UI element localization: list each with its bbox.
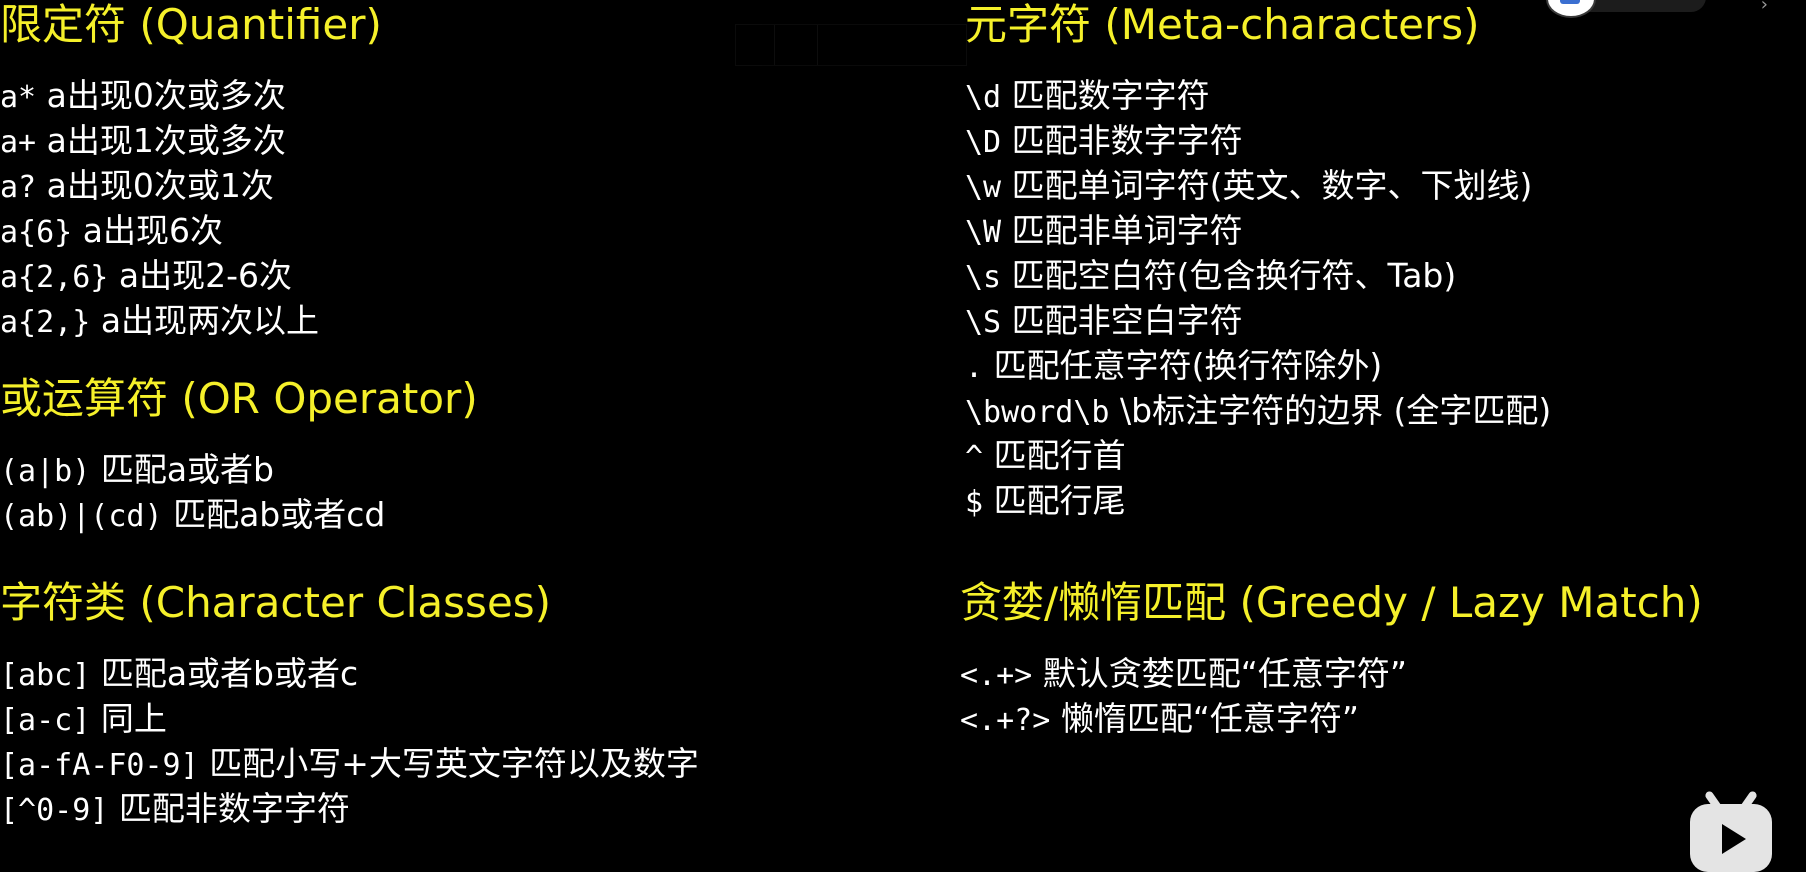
greedy-item-desc: 懒惰匹配“任意字符” [1060,699,1360,739]
greedy-item-code: <.+> [960,658,1033,694]
meta-item-desc: 匹配非单词字符 [1011,211,1243,251]
or-item-desc: 匹配ab或者cd [173,495,386,535]
meta-item-code: \S [965,305,1002,341]
meta-item-code: \w [965,170,1002,206]
quantifier-item-code: a{6} [0,215,73,251]
quantifier-item-desc: a出现2-6次 [118,256,292,296]
quantifier-item: a* a出现0次或多次 [0,74,382,119]
meta-item-code: \W [965,215,1002,251]
greedy-heading: 贪婪/懒惰匹配 (Greedy / Lazy Match) [960,578,1703,627]
meta-item-desc: 匹配任意字符(换行符除外) [993,346,1383,386]
classes-item: [abc] 匹配a或者b或者c [0,652,699,697]
meta-item-code: \s [965,260,1002,296]
quantifier-item: a? a出现0次或1次 [0,164,382,209]
faint-overlay-box-inner [774,25,818,65]
quantifier-item-desc: a出现1次或多次 [46,121,286,161]
cutoff-subtitle [560,852,1240,868]
classes-item-desc: 同上 [100,699,167,739]
meta-item-code: ^ [965,440,984,476]
classes-item-code: [abc] [0,658,91,694]
or-section: 或运算符 (OR Operator) (a|b) 匹配a或者b (ab)|(cd… [0,374,478,538]
meta-item: \S 匹配非空白字符 [965,299,1551,344]
quantifier-section: 限定符 (Quantifier) a* a出现0次或多次 a+ a出现1次或多次… [0,0,382,344]
avatar-icon-mark [1560,0,1580,4]
quantifier-item: a{6} a出现6次 [0,209,382,254]
classes-item-code: [^0-9] [0,793,109,829]
quantifier-item-desc: a出现0次或多次 [46,76,286,116]
or-item: (ab)|(cd) 匹配ab或者cd [0,493,478,538]
quantifier-list: a* a出现0次或多次 a+ a出现1次或多次 a? a出现0次或1次 a{6}… [0,74,382,344]
or-item: (a|b) 匹配a或者b [0,448,478,493]
meta-item-code: \D [965,125,1002,161]
or-item-code: (a|b) [0,454,91,490]
meta-item-code: \d [965,80,1002,116]
quantifier-heading: 限定符 (Quantifier) [0,0,382,49]
meta-item: \w 匹配单词字符(英文、数字、下划线) [965,164,1551,209]
quantifier-item-desc: a出现两次以上 [100,301,320,341]
meta-section: 元字符 (Meta-characters) \d 匹配数字字符 \D 匹配非数字… [965,0,1551,524]
meta-item: $ 匹配行尾 [965,479,1551,524]
quantifier-item: a+ a出现1次或多次 [0,119,382,164]
meta-item-desc: 匹配单词字符(英文、数字、下划线) [1011,166,1533,206]
meta-item: \d 匹配数字字符 [965,74,1551,119]
meta-heading: 元字符 (Meta-characters) [965,0,1480,49]
meta-item: \D 匹配非数字字符 [965,119,1551,164]
meta-item: \W 匹配非单词字符 [965,209,1551,254]
classes-heading: 字符类 (Character Classes) [0,578,552,627]
faint-overlay-box [735,24,967,66]
classes-list: [abc] 匹配a或者b或者c [a-c] 同上 [a-fA-F0-9] 匹配小… [0,652,699,832]
meta-item-desc: 匹配非空白字符 [1011,301,1243,341]
bilibili-play-icon[interactable] [1690,789,1772,872]
or-item-code: (ab)|(cd) [0,499,163,535]
meta-item: . 匹配任意字符(换行符除外) [965,344,1551,389]
meta-item-code: $ [965,485,984,521]
greedy-section: 贪婪/懒惰匹配 (Greedy / Lazy Match) <.+> 默认贪婪匹… [960,578,1703,742]
classes-item: [^0-9] 匹配非数字字符 [0,787,699,832]
classes-item-desc: 匹配a或者b或者c [100,654,359,694]
meta-item-desc: 匹配非数字字符 [1011,121,1243,161]
meta-item-desc: 匹配空白符(包含换行符、Tab) [1011,256,1457,296]
classes-item-desc: 匹配非数字字符 [118,789,350,829]
greedy-item: <.+?> 懒惰匹配“任意字符” [960,697,1703,742]
or-list: (a|b) 匹配a或者b (ab)|(cd) 匹配ab或者cd [0,448,478,538]
quantifier-item-code: a* [0,80,37,116]
greedy-list: <.+> 默认贪婪匹配“任意字符” <.+?> 懒惰匹配“任意字符” [960,652,1703,742]
greedy-item: <.+> 默认贪婪匹配“任意字符” [960,652,1703,697]
meta-item-desc: 匹配数字字符 [1011,76,1210,116]
quantifier-item-code: a{2,6} [0,260,109,296]
greedy-item-code: <.+?> [960,703,1051,739]
quantifier-item-desc: a出现0次或1次 [46,166,274,206]
meta-item: \bword\b \b标注字符的边界 (全字匹配) [965,389,1551,434]
greedy-item-desc: 默认贪婪匹配“任意字符” [1042,654,1407,694]
or-heading: 或运算符 (OR Operator) [0,374,478,423]
or-item-desc: 匹配a或者b [100,450,274,490]
meta-item-desc: \b标注字符的边界 (全字匹配) [1120,391,1552,431]
meta-item-code: . [965,350,984,386]
quantifier-item-code: a? [0,170,37,206]
quantifier-item: a{2,6} a出现2-6次 [0,254,382,299]
classes-item-code: [a-fA-F0-9] [0,748,199,784]
play-icon-triangle [1722,824,1746,854]
classes-section: 字符类 (Character Classes) [abc] 匹配a或者b或者c … [0,578,699,832]
quantifier-item-code: a{2,} [0,305,91,341]
meta-item: \s 匹配空白符(包含换行符、Tab) [965,254,1551,299]
quantifier-item-desc: a出现6次 [82,211,223,251]
top-right-chevron-icon[interactable]: › [1761,0,1768,15]
quantifier-item-code: a+ [0,125,37,161]
meta-list: \d 匹配数字字符 \D 匹配非数字字符 \w 匹配单词字符(英文、数字、下划线… [965,74,1551,524]
meta-item-desc: 匹配行首 [993,436,1126,476]
classes-item: [a-fA-F0-9] 匹配小写+大写英文字符以及数字 [0,742,699,787]
classes-item: [a-c] 同上 [0,697,699,742]
classes-item-code: [a-c] [0,703,91,739]
meta-item: ^ 匹配行首 [965,434,1551,479]
avatar-icon[interactable] [1546,0,1596,18]
meta-item-desc: 匹配行尾 [993,481,1126,521]
quantifier-item: a{2,} a出现两次以上 [0,299,382,344]
meta-item-code: \bword\b [965,395,1110,431]
classes-item-desc: 匹配小写+大写英文字符以及数字 [209,744,699,784]
